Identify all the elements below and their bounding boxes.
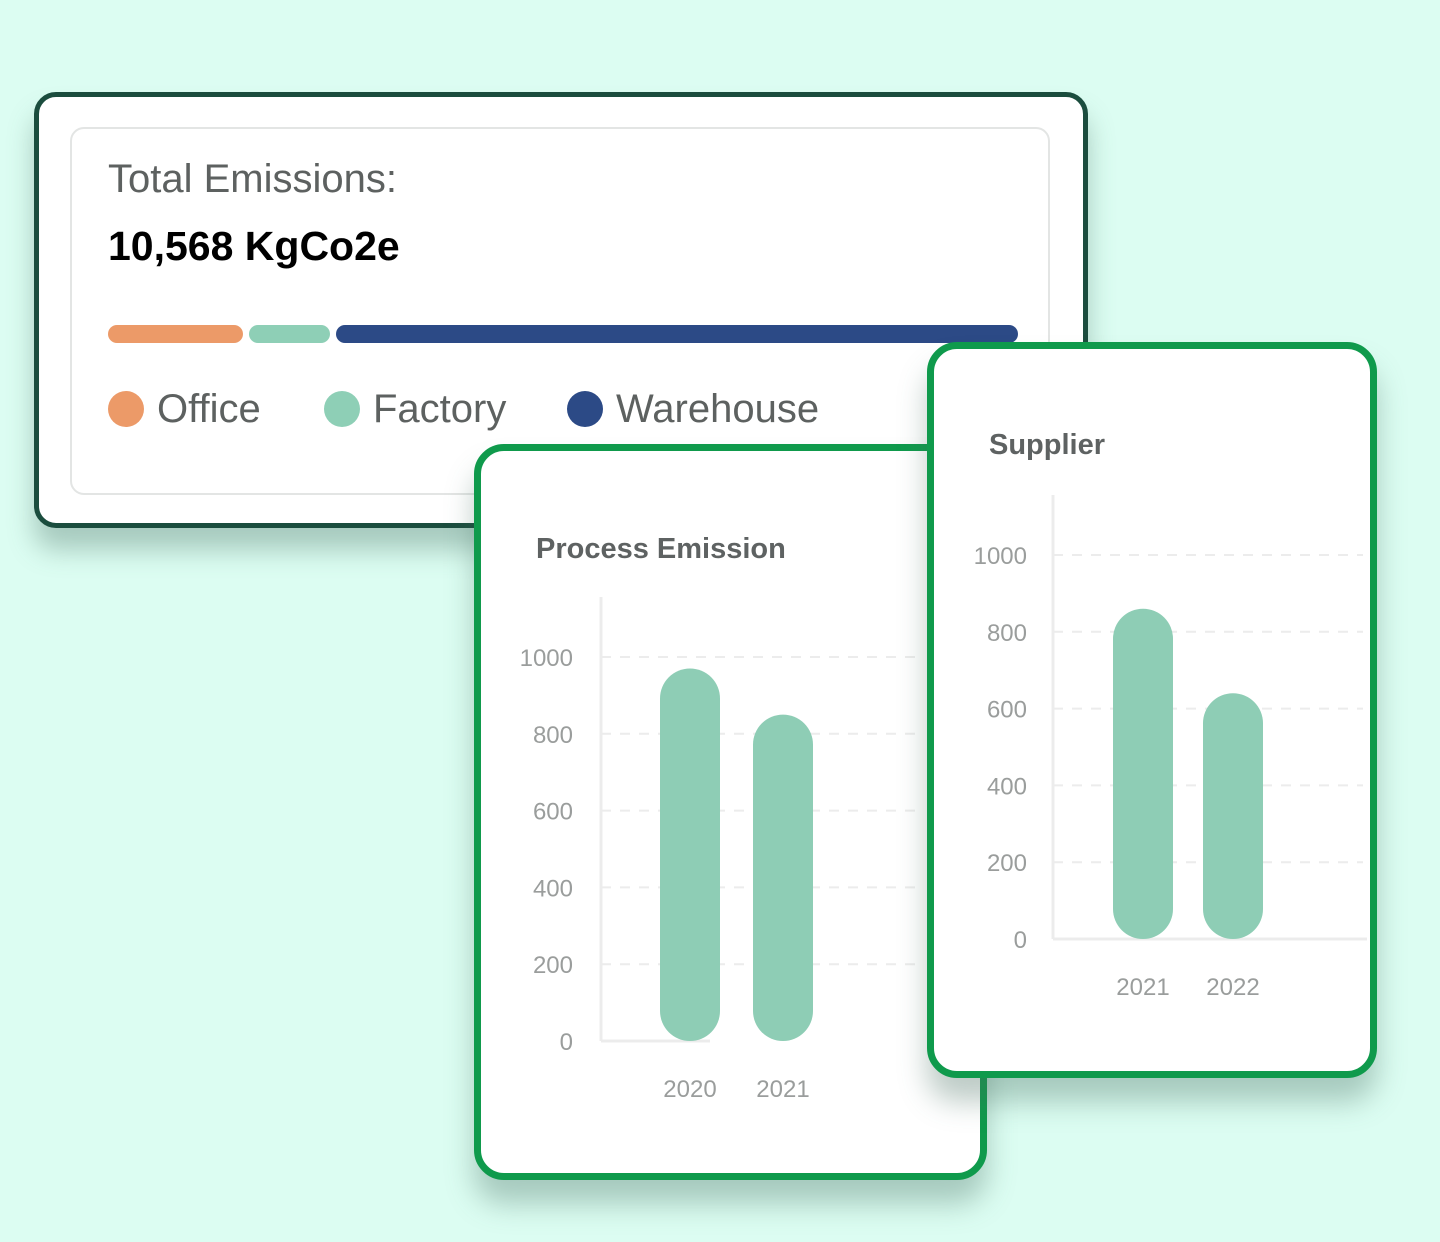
y-tick-label: 200 — [533, 952, 573, 979]
y-tick-label: 600 — [987, 697, 1027, 724]
legend-item-warehouse: Warehouse — [567, 387, 819, 431]
legend-label-factory: Factory — [373, 387, 506, 432]
legend-dot-factory — [324, 391, 360, 427]
segment-warehouse — [336, 325, 1018, 343]
legend-item-factory: Factory — [324, 387, 506, 431]
bar — [1113, 609, 1173, 939]
bar — [753, 715, 813, 1041]
x-tick-label: 2022 — [1206, 974, 1259, 1001]
y-tick-label: 1000 — [520, 645, 573, 672]
y-tick-label: 800 — [987, 620, 1027, 647]
segment-factory — [249, 325, 330, 343]
x-tick-label: 2021 — [1116, 974, 1169, 1001]
legend-label-office: Office — [157, 387, 261, 432]
total-emissions-value: 10,568 KgCo2e — [108, 223, 400, 270]
legend-label-warehouse: Warehouse — [616, 387, 819, 432]
x-tick-label: 2021 — [756, 1076, 809, 1103]
y-tick-label: 400 — [987, 773, 1027, 800]
supplier-chart: 0 200 400 600 800 1000 2021 2022 — [927, 342, 1377, 1078]
legend-dot-warehouse — [567, 391, 603, 427]
segment-office — [108, 325, 243, 343]
x-tick-label: 2020 — [663, 1076, 716, 1103]
y-tick-label: 600 — [533, 799, 573, 826]
supplier-card: Supplier 0200400600800100020212022 — [927, 342, 1377, 1078]
y-tick-label: 200 — [987, 850, 1027, 877]
bar — [1203, 693, 1263, 939]
process-emission-card: Process Emission 02004006008001000202020… — [474, 444, 987, 1180]
legend-dot-office — [108, 391, 144, 427]
legend-item-office: Office — [108, 387, 261, 431]
emissions-breakdown-bar — [108, 325, 1018, 343]
y-tick-label: 800 — [533, 722, 573, 749]
total-emissions-label: Total Emissions: — [108, 157, 397, 202]
y-tick-label: 0 — [1014, 927, 1027, 954]
process-emission-chart: 0 200 400 600 800 1000 2020 2021 — [474, 444, 987, 1180]
bar — [660, 669, 720, 1041]
y-tick-label: 400 — [533, 875, 573, 902]
y-tick-label: 0 — [560, 1029, 573, 1056]
total-emissions-panel: Total Emissions: 10,568 KgCo2e Office Fa… — [70, 127, 1050, 495]
y-tick-label: 1000 — [974, 543, 1027, 570]
